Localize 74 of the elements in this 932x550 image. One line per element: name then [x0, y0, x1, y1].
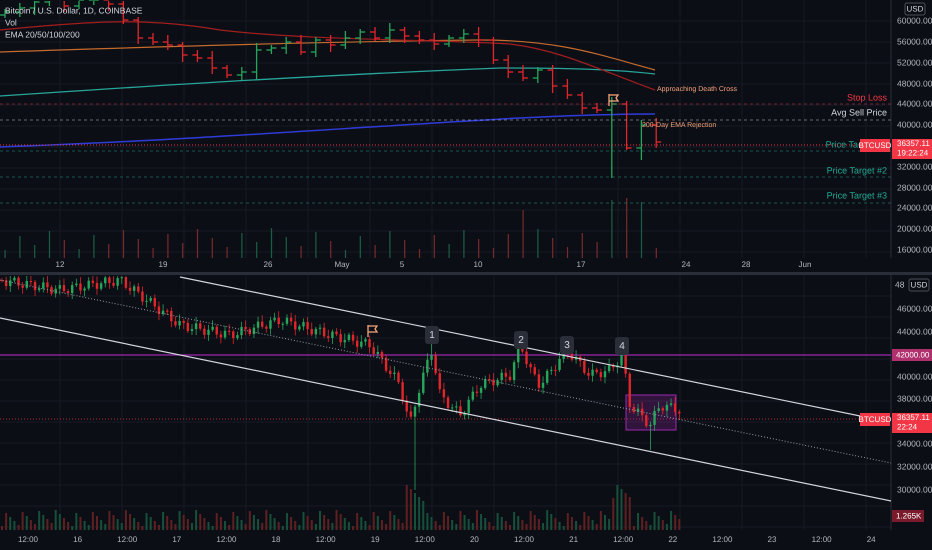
price-axis-label: 34000.00: [897, 438, 932, 448]
time-axis-label: May: [334, 260, 350, 270]
time-axis-label: Jun: [798, 260, 812, 270]
level-price-label: 42000.00: [892, 349, 932, 361]
price-axis-label: 28000.00: [897, 182, 932, 192]
last-price-badge: [892, 413, 932, 433]
time-axis-label: 24: [682, 260, 690, 270]
price-axis-label: 44000.00: [897, 326, 932, 336]
time-axis-label: 5: [400, 260, 404, 270]
time-axis-label: 12:00: [812, 535, 832, 544]
time-axis-label: 16: [73, 535, 82, 544]
price-axis-label: 60000.00: [897, 15, 932, 26]
price-axis-label: 32000.00: [897, 461, 932, 472]
time-axis-label: 26: [264, 260, 272, 270]
countdown-label: 19:22:24: [897, 148, 928, 158]
price-axis-label: 52000.00: [897, 57, 932, 68]
time-axis-label: 12:00: [216, 535, 236, 544]
time-axis-label: 10: [474, 260, 482, 270]
price-axis-label: 20000.00: [897, 223, 932, 234]
price-axis-label: 32000.00: [897, 161, 932, 172]
indicator-label: Vol: [5, 17, 17, 28]
time-axis-label: 12:00: [117, 535, 138, 544]
price-axis-label: 48: [895, 279, 904, 290]
callout-number: 1: [429, 330, 435, 342]
time-axis-label: 12:00: [613, 535, 634, 544]
time-axis-label: 22: [668, 535, 678, 544]
time-axis-label: 28: [742, 260, 750, 270]
time-axis-label: 12:00: [414, 535, 435, 544]
flag-icon: [367, 324, 378, 338]
time-axis-label: 17: [576, 260, 586, 270]
time-axis-label: 21: [569, 535, 578, 544]
last-price-label: 36357.11: [897, 139, 930, 148]
time-axis-label: 12:00: [712, 535, 732, 544]
price-axis-label: 46000.00: [897, 303, 932, 314]
level-label: Avg Sell Price: [831, 107, 887, 118]
currency-button[interactable]: USD: [908, 278, 930, 292]
time-axis-label: 12:00: [514, 535, 534, 544]
callout-number: 4: [619, 341, 625, 352]
time-axis-label: 12:00: [18, 535, 38, 544]
time-axis-label: 12: [56, 260, 64, 270]
callout-badge: [615, 337, 629, 355]
price-axis-label: 44000.00: [897, 98, 932, 108]
volume-label: 1.265K: [892, 510, 924, 522]
callout-badge: [425, 326, 439, 344]
countdown-label: 22:24: [897, 422, 918, 432]
callout-badge: [560, 336, 574, 354]
callout-badge: [514, 331, 528, 349]
time-axis-label: 17: [172, 535, 182, 544]
range-box: [626, 394, 676, 430]
last-price-badge: [892, 139, 932, 159]
flag-icon: [608, 93, 620, 107]
callout-number: 3: [564, 340, 570, 352]
price-axis-label: 38000.00: [897, 393, 932, 404]
currency-button[interactable]: USD: [904, 2, 926, 16]
price-axis-label: 16000.00: [897, 244, 932, 254]
price-axis-label: 40000.00: [897, 371, 932, 382]
price-axis-label: 40000.00: [897, 119, 932, 130]
price-axis-label: 30000.00: [897, 484, 932, 494]
last-price-label: 36357.11: [897, 413, 930, 422]
indicator-label: EMA 20/50/100/200: [5, 29, 80, 40]
level-label: Price Target #3: [826, 190, 887, 200]
time-axis-label: 20: [470, 535, 479, 544]
time-axis-label: 19: [370, 535, 380, 544]
level-label: Price Target #2: [826, 165, 887, 176]
time-axis-label: 19: [158, 260, 168, 270]
level-label: Stop Loss: [846, 92, 887, 102]
time-axis-label: 12:00: [316, 535, 336, 544]
time-axis-label: 24: [866, 535, 876, 544]
time-axis-label: 18: [272, 535, 280, 544]
price-axis-label: 56000.00: [897, 36, 932, 46]
callout-number: 2: [518, 335, 524, 346]
price-axis-label: 48000.00: [897, 78, 932, 88]
price-axis-label: 24000.00: [897, 202, 932, 212]
time-axis-label: 23: [768, 535, 776, 544]
